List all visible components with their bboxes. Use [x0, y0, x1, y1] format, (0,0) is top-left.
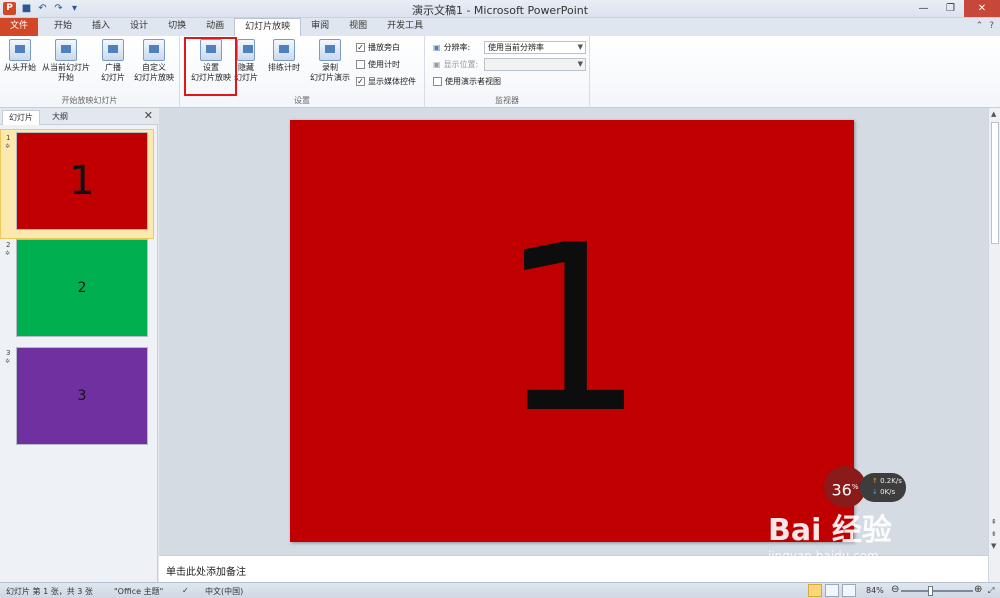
- tab-insert[interactable]: 插入: [82, 18, 120, 36]
- play-from-current-icon: [55, 39, 77, 61]
- scroll-up-icon[interactable]: ▲: [991, 110, 996, 118]
- tab-outline[interactable]: 大纲: [46, 110, 74, 125]
- tab-slide-show[interactable]: 幻灯片放映: [234, 18, 302, 37]
- current-slide[interactable]: 1: [290, 120, 854, 542]
- resolution-label: ▣ 分辨率:: [433, 43, 471, 52]
- group-label-monitors: 监视器: [495, 96, 519, 105]
- checkbox-use-timings[interactable]: [356, 60, 365, 69]
- ribbon: 从头开始 从当前幻灯片 开始 广播 幻灯片 自定义 幻灯片放映 开始放映幻灯片 …: [0, 36, 1000, 108]
- zoom-in-icon[interactable]: ⊕: [974, 584, 982, 595]
- from-beginning-button[interactable]: 从头开始: [2, 39, 38, 73]
- restore-icon[interactable]: ❐: [937, 0, 964, 17]
- hide-slide-icon: [237, 39, 255, 61]
- zoom-out-icon[interactable]: ⊖: [891, 584, 899, 595]
- pane-tabs: 幻灯片 大纲 ✕: [0, 108, 158, 125]
- speed-readout: ↑ 0.2K/s ↓ 0K/s: [860, 473, 906, 502]
- tab-home[interactable]: 开始: [44, 18, 82, 36]
- baidu-logo: Bai 经验: [768, 513, 892, 548]
- resolution-dropdown[interactable]: 使用当前分辨率 ▼: [484, 41, 586, 54]
- close-icon[interactable]: ✕: [964, 0, 1000, 17]
- slide-thumbnail-row[interactable]: 2 ✲ 2: [0, 239, 158, 343]
- slide-number: 3: [6, 349, 11, 357]
- rehearse-timings-button[interactable]: 排练计时: [264, 39, 304, 73]
- download-arrow-icon: ↓: [872, 488, 878, 496]
- tab-review[interactable]: 审阅: [301, 18, 339, 36]
- notes-placeholder[interactable]: 单击此处添加备注: [166, 563, 246, 578]
- ribbon-tab-bar: 文件 开始 插入 设计 切换 动画 幻灯片放映 审阅 视图 开发工具 ⌃ ?: [0, 18, 1000, 37]
- checkbox-presenter-view[interactable]: [433, 77, 442, 86]
- custom-show-icon: [143, 39, 165, 61]
- language-status[interactable]: 中文(中国): [205, 586, 243, 597]
- fit-to-window-icon[interactable]: ⤢: [988, 586, 994, 596]
- reading-view-button[interactable]: [842, 584, 856, 597]
- vertical-scrollbar[interactable]: ▲ ⇞ ⇟ ▼: [988, 108, 1000, 555]
- show-on-dropdown[interactable]: ▼: [484, 58, 586, 71]
- zoom-level[interactable]: 84%: [866, 586, 884, 595]
- transition-star-icon: ✲: [5, 358, 11, 365]
- group-start-slide-show: 从头开始 从当前幻灯片 开始 广播 幻灯片 自定义 幻灯片放映 开始放映幻灯片: [0, 36, 180, 108]
- baidu-watermark: Bai 经验 jingyan.baidu.com: [768, 505, 998, 580]
- tab-transitions[interactable]: 切换: [158, 18, 196, 36]
- slide-title-text[interactable]: 1: [499, 216, 645, 446]
- transition-star-icon: ✲: [5, 143, 11, 150]
- tab-design[interactable]: 设计: [120, 18, 158, 36]
- use-timings-checkbox[interactable]: 使用计时: [356, 59, 400, 70]
- spell-check-icon[interactable]: ✓: [182, 586, 189, 595]
- help-icon[interactable]: ?: [989, 21, 994, 31]
- checkbox-play-narrations[interactable]: ✓: [356, 43, 365, 52]
- monitor-icon: ▣: [433, 43, 441, 52]
- dropdown-arrow-icon: ▼: [577, 60, 583, 68]
- close-icon[interactable]: ✕: [144, 109, 153, 122]
- slide-count-status: 幻灯片 第 1 张，共 3 张: [6, 587, 93, 596]
- from-current-slide-button[interactable]: 从当前幻灯片 开始: [40, 39, 92, 83]
- scrollbar-thumb[interactable]: [991, 122, 999, 244]
- window-controls: — ❐ ✕: [910, 0, 1000, 17]
- show-media-controls-checkbox[interactable]: ✓ 显示媒体控件: [356, 76, 416, 87]
- status-bar: 幻灯片 第 1 张，共 3 张 "Office 主题" ✓ 中文(中国) 84%…: [0, 582, 1000, 598]
- zoom-slider-knob[interactable]: [928, 586, 933, 596]
- record-icon: [319, 39, 341, 61]
- broadcast-icon: [102, 39, 124, 61]
- slide-number: 1: [6, 134, 11, 142]
- tab-view[interactable]: 视图: [339, 18, 377, 36]
- slide-thumbnail-row[interactable]: 3 ✲ 3: [0, 347, 158, 451]
- play-from-start-icon: [9, 39, 31, 61]
- custom-slide-show-button[interactable]: 自定义 幻灯片放映: [130, 39, 178, 83]
- upload-arrow-icon: ↑: [872, 477, 878, 485]
- slide-thumbnail-3[interactable]: 3: [16, 347, 148, 445]
- checkbox-show-media-controls[interactable]: ✓: [356, 77, 365, 86]
- rehearse-icon: [273, 39, 295, 61]
- tab-file[interactable]: 文件: [0, 18, 39, 36]
- tab-developer[interactable]: 开发工具: [377, 18, 433, 36]
- show-on-label: ▣ 显示位置:: [433, 60, 479, 69]
- slide-thumbnail-1[interactable]: 1: [16, 132, 148, 230]
- slide-number: 2: [6, 241, 11, 249]
- slides-pane: 幻灯片 大纲 ✕ 1 ✲ 1 2 ✲ 2 3 ✲ 3: [0, 108, 158, 582]
- theme-status[interactable]: "Office 主题": [114, 586, 163, 597]
- presenter-view-checkbox[interactable]: 使用演示者视图: [433, 76, 501, 87]
- group-label-start: 开始放映幻灯片: [61, 96, 118, 105]
- display-icon: ▣: [433, 60, 441, 69]
- play-narrations-checkbox[interactable]: ✓ 播放旁白: [356, 42, 400, 53]
- slide-sorter-view-button[interactable]: [825, 584, 839, 597]
- group-monitors: ▣ 分辨率: 使用当前分辨率 ▼ ▣ 显示位置: ▼ 使用演示者视图 监视器: [425, 36, 590, 108]
- normal-view-button[interactable]: [808, 584, 822, 597]
- minimize-icon[interactable]: —: [910, 0, 937, 17]
- slide-thumbnail-row[interactable]: 1 ✲ 1: [0, 132, 158, 236]
- tab-animations[interactable]: 动画: [196, 18, 234, 36]
- highlight-annotation-box: [184, 37, 237, 96]
- window-title: 演示文稿1 - Microsoft PowerPoint: [411, 4, 589, 17]
- ribbon-minimize-icon[interactable]: ⌃: [976, 21, 984, 31]
- slide-thumbnail-2[interactable]: 2: [16, 239, 148, 337]
- group-label-setup: 设置: [294, 96, 310, 105]
- title-bar: P ■ ↶ ↷ ▾ 演示文稿1 - Microsoft PowerPoint —…: [0, 0, 1000, 18]
- transition-star-icon: ✲: [5, 250, 11, 257]
- zoom-slider[interactable]: [901, 586, 973, 596]
- tab-slides[interactable]: 幻灯片: [2, 110, 40, 125]
- broadcast-slide-show-button[interactable]: 广播 幻灯片: [96, 39, 130, 83]
- record-slide-show-button[interactable]: 录制 幻灯片演示: [306, 39, 354, 83]
- watermark-url: jingyan.baidu.com: [768, 549, 879, 563]
- dropdown-arrow-icon: ▼: [577, 43, 583, 51]
